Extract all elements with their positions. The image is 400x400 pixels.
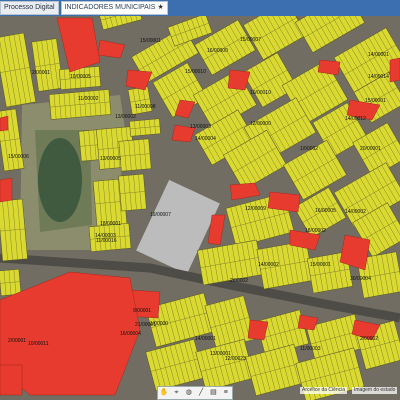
globe-icon[interactable]: ◍ [184,388,194,398]
layers-icon[interactable]: ≡ [221,388,231,398]
map-toolbar: ✋ ⌖ ◍ ╱ ▤ ≡ [157,386,233,400]
lot-label: 13/00005 [100,156,121,162]
lot-label: 10/00010 [250,90,271,96]
lot-label: 15/00001 [310,262,331,268]
lot-label: 19/00007 [150,212,171,218]
lake [38,138,82,222]
lot-label: 12/00000 [250,121,271,127]
chart-icon[interactable]: ▤ [208,388,218,398]
lot-label: 16/00005 [315,208,336,214]
lot-label: 18/00002 [305,228,326,234]
attribution-left: Arcéfice da Ciência [300,387,348,394]
lot-label: 20/00001 [360,146,381,152]
tab-processo-digital[interactable]: Processo Digital [0,1,59,15]
lot-label: 9/00001 [133,308,151,314]
map-canvas[interactable]: 15/0000116/0000015/0000714/000012/000011… [0,0,400,400]
lot-label: 21/00001 [135,322,156,328]
ruler-icon[interactable]: ╱ [196,388,206,398]
lot-label: 13/00003 [190,124,211,130]
tab-label: Processo Digital [4,4,55,11]
lot-label: 14/00001 [368,52,389,58]
attribution-right: Imagem do estado [352,387,398,394]
lot-label: 13/00001 [210,351,231,357]
lot-label: 10/00005 [70,74,91,80]
lot-label: 30/00004 [350,276,371,282]
lot-label: 16/00000 [207,48,228,54]
lot-label: 14/00002 [345,209,366,215]
tab-bar: Processo Digital INDICADORES MUNICIPAIS … [0,0,400,16]
lot-label: 15/00006 [8,154,29,160]
lot-label: 14/00004 [195,136,216,142]
lot-label: 11/00002 [78,96,99,102]
tab-label: INDICADORES MUNICIPAIS [64,4,156,11]
hand-icon[interactable]: ✋ [159,388,169,398]
star-icon: ★ [157,4,164,11]
lot-label: 15/00010 [185,69,206,75]
lot-label: 2/00002 [230,278,248,284]
lot-label: 16/00004 [120,331,141,337]
tab-indicadores-municipais[interactable]: INDICADORES MUNICIPAIS ★ [60,1,168,15]
location-icon[interactable]: ⌖ [171,388,181,398]
lot-label: 14/00014 [368,74,389,80]
lot-label: 1/00002 [300,146,318,152]
lot-label: 14/00002 [258,262,279,268]
lot-label: 15/00007 [240,37,261,43]
lot-label: 14/00001 [195,336,216,342]
lot-label: 11/00003 [300,346,321,352]
lot-label: 15/00001 [140,38,161,44]
lot-label: 14/00012 [345,116,366,122]
lot-label: 11/00016 [96,238,117,244]
lot-label: 10/00011 [28,341,49,347]
lot-label: 2/00002 [360,336,378,342]
lot-label: 11/00008 [135,104,156,110]
lot-label: 12/00009 [245,206,266,212]
lot-label: 15/00001 [365,98,386,104]
lot-label: 2/00001 [8,338,26,344]
lot-label: 2/00001 [32,70,50,76]
lot-label: 13/00002 [115,114,136,120]
lot-label: 18/00001 [100,221,121,227]
